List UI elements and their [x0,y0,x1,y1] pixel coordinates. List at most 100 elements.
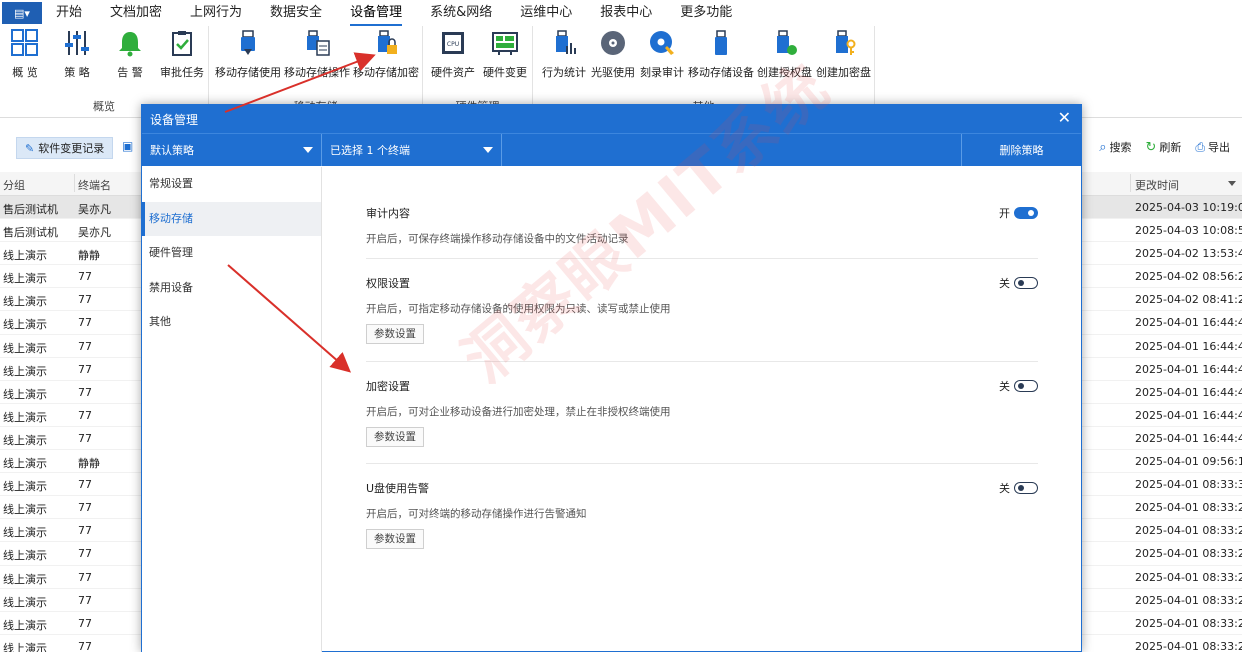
software-change-button[interactable]: ✎ 软件变更记录 [16,137,114,159]
section-title: 加密设置 [366,380,410,393]
hardware-assets-button[interactable]: CPU 硬件资产 [431,28,475,80]
menu-start[interactable]: 开始 [42,0,96,26]
permission-param-button[interactable]: 参数设置 [366,324,424,344]
delete-policy-button[interactable]: 删除策略 [961,134,1081,166]
export-icon: ⎙ [1195,139,1205,154]
row-group: 线上演示 [3,549,47,563]
row-terminal: 77 [78,547,92,561]
audit-toggle[interactable]: 开 [999,205,1038,221]
cpu-icon: CPU [438,28,468,58]
menu-system-network[interactable]: 系统&网络 [416,0,506,26]
row-time: 2025-04-02 13:53:40 [1135,247,1242,261]
row-time: 2025-04-01 16:44:42 [1135,362,1242,376]
dialog-sidebar: 常规设置 移动存储 硬件管理 禁用设备 其他 [142,167,322,652]
row-time: 2025-04-01 09:56:10 [1135,455,1242,469]
dialog-policy-bar: 默认策略 已选择 1 个终端 删除策略 [142,133,1081,166]
right-tools: ⌕ 搜索 ↻ 刷新 ⎙ 导出 [1099,139,1230,155]
column-header-group[interactable]: 分组 [3,177,25,193]
search-icon: ⌕ [1099,139,1107,155]
encryption-param-button[interactable]: 参数设置 [366,427,424,447]
sidebar-item-mobile-storage[interactable]: 移动存储 [142,201,321,236]
overview-button[interactable]: 概 览 [10,28,40,80]
row-time: 2025-04-01 08:33:29 [1135,570,1242,584]
row-group: 线上演示 [3,457,47,471]
mobile-storage-encrypt-button[interactable]: 移动存储加密 [353,28,419,80]
usb-lock-icon [371,28,401,58]
sort-chevron-down-icon[interactable] [1228,181,1236,186]
row-terminal: 吴亦凡 [78,203,111,216]
row-group: 售后测试机 [3,226,58,240]
alarm-button[interactable]: 告 警 [115,28,145,80]
dialog-title-bar: 设备管理 ✕ [142,105,1081,133]
toggle-switch[interactable] [1014,277,1038,289]
refresh-button[interactable]: ↻ 刷新 [1145,139,1181,155]
row-time: 2025-04-02 08:41:23 [1135,293,1242,307]
column-header-time[interactable]: 更改时间 [1135,177,1179,193]
row-time: 2025-04-01 16:44:42 [1135,339,1242,353]
approval-task-button[interactable]: 审批任务 [160,28,204,80]
policy-button[interactable]: 策 略 [62,28,92,80]
row-terminal: 77 [78,616,92,630]
usb-drive-icon [233,28,263,58]
row-terminal: 77 [78,385,92,399]
mobile-storage-device-button[interactable]: 移动存储设备 [688,28,754,80]
row-time: 2025-04-01 08:33:29 [1135,547,1242,561]
app-menu-button[interactable]: ▤▾ [2,2,42,24]
row-time: 2025-04-01 16:44:42 [1135,385,1242,399]
usb-alarm-param-button[interactable]: 参数设置 [366,529,424,549]
encryption-toggle[interactable]: 关 [999,378,1038,394]
sidebar-item-hardware[interactable]: 硬件管理 [142,236,321,271]
row-terminal: 77 [78,316,92,330]
create-encrypt-disk-button[interactable]: 创建加密盘 [816,28,871,80]
section-description: 开启后，可保存终端操作移动存储设备中的文件活动记录 [366,233,629,245]
section-description: 开启后，可指定移动存储设备的使用权限为只读、读写或禁止使用 [366,303,671,315]
sidebar-item-general[interactable]: 常规设置 [142,167,321,202]
toggle-switch[interactable] [1014,380,1038,392]
menu-ops-center[interactable]: 运维中心 [506,0,586,26]
disc-icon [598,28,628,58]
menu-web-behavior[interactable]: 上网行为 [176,0,256,26]
menu-report-center[interactable]: 报表中心 [586,0,666,26]
usb-stats-icon [549,28,579,58]
sidebar-item-other[interactable]: 其他 [142,305,321,340]
row-terminal: 77 [78,593,92,607]
row-terminal: 77 [78,362,92,376]
column-header-terminal[interactable]: 终端名 [78,177,111,193]
permission-toggle[interactable]: 关 [999,275,1038,291]
search-button[interactable]: ⌕ 搜索 [1099,139,1131,155]
behavior-stats-button[interactable]: 行为统计 [542,28,586,80]
menu-data-security[interactable]: 数据安全 [256,0,336,26]
menu-more[interactable]: 更多功能 [666,0,746,26]
row-terminal: 静静 [78,249,100,263]
usb-alarm-toggle[interactable]: 关 [999,480,1038,496]
menu-device-management[interactable]: 设备管理 [336,0,416,26]
window-icon[interactable]: ▣ [122,139,138,157]
row-group: 线上演示 [3,572,47,586]
menu-doc-encrypt[interactable]: 文档加密 [96,0,176,26]
toggle-switch[interactable] [1014,482,1038,494]
close-icon[interactable]: ✕ [1058,109,1071,127]
usb-drive-icon [706,28,736,58]
toggle-state-label: 关 [999,277,1010,290]
export-button[interactable]: ⎙ 导出 [1195,139,1230,155]
mobile-storage-use-button[interactable]: 移动存储使用 [215,28,281,80]
sidebar-item-disabled-devices[interactable]: 禁用设备 [142,271,321,306]
toggle-switch[interactable] [1014,207,1038,219]
optical-drive-button[interactable]: 光驱使用 [591,28,635,80]
mobile-storage-operation-button[interactable]: 移动存储操作 [284,28,350,80]
burn-audit-button[interactable]: 刻录审计 [640,28,684,80]
usb-document-icon [302,28,332,58]
create-auth-disk-button[interactable]: 创建授权盘 [757,28,812,80]
terminal-select[interactable]: 已选择 1 个终端 [322,134,502,166]
row-group: 线上演示 [3,595,47,609]
row-group: 线上演示 [3,410,47,424]
row-time: 2025-04-01 08:33:29 [1135,501,1242,515]
row-time: 2025-04-03 10:08:58 [1135,224,1242,238]
toggle-state-label: 开 [999,207,1010,220]
row-time: 2025-04-01 08:33:30 [1135,478,1242,492]
row-group: 线上演示 [3,526,47,540]
clipboard-check-icon [167,28,197,58]
toggle-state-label: 关 [999,482,1010,495]
policy-select[interactable]: 默认策略 [142,134,322,166]
hardware-change-button[interactable]: 硬件变更 [483,28,527,80]
